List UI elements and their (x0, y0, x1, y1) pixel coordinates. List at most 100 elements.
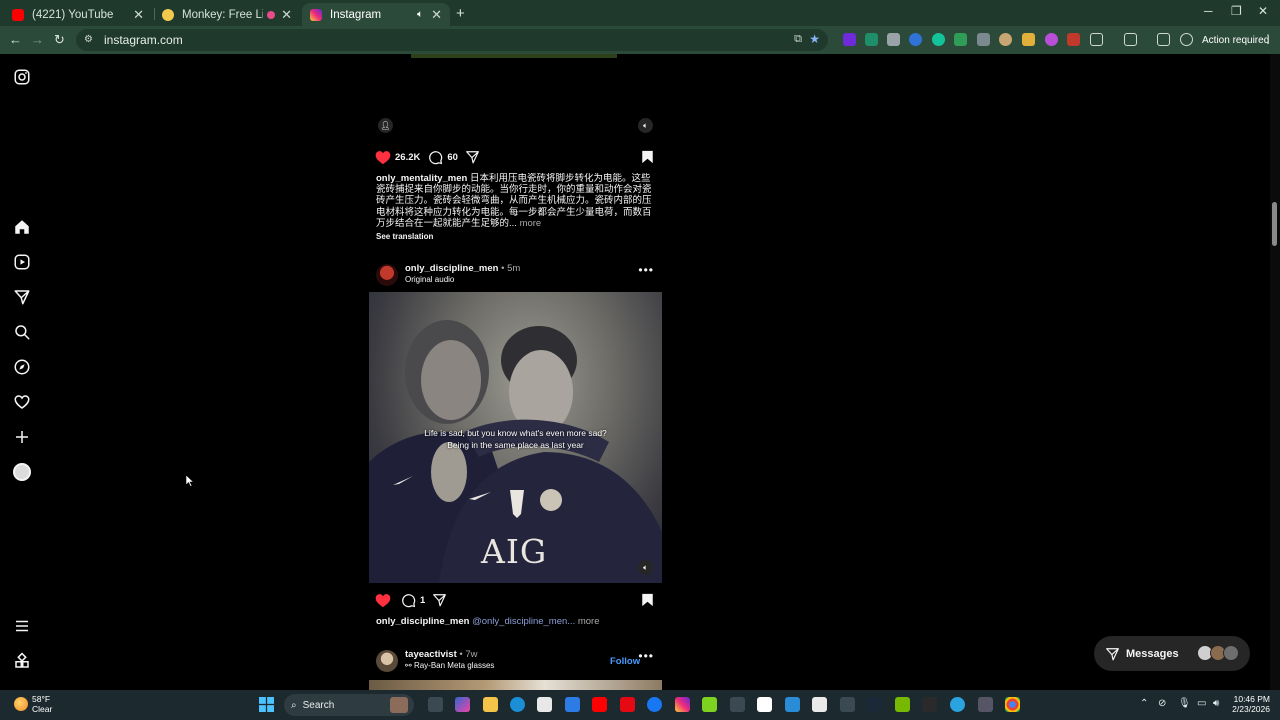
store-icon[interactable] (537, 697, 552, 712)
reload-icon[interactable]: ↻ (54, 32, 65, 48)
maximize-button[interactable]: ❐ (1231, 4, 1242, 18)
bookmark-icon[interactable] (641, 150, 654, 164)
explore-compass-icon[interactable] (13, 358, 31, 376)
scrollbar-track[interactable] (1270, 54, 1280, 690)
comment-icon[interactable] (428, 150, 443, 165)
grammarly-icon[interactable] (932, 33, 945, 46)
more-link[interactable]: more (520, 218, 542, 229)
post2-video[interactable]: Life is sad, but you know what's even mo… (369, 292, 662, 583)
close-icon[interactable]: ✕ (431, 7, 442, 23)
display-icon[interactable]: ▭ (1197, 698, 1206, 709)
extensions-puzzle-icon[interactable] (1090, 33, 1103, 46)
profile-avatar-icon[interactable] (13, 463, 31, 481)
post1-video[interactable]: 👤︎ 🔈︎ (369, 54, 662, 140)
facebook-icon[interactable] (647, 697, 662, 712)
notifications-heart-icon[interactable] (13, 393, 31, 411)
taskbar-search[interactable]: ⌕ Search (284, 694, 414, 716)
extension-blue-icon[interactable] (909, 33, 922, 46)
post-username[interactable]: tayeactivist (405, 649, 457, 660)
author-avatar[interactable] (376, 264, 398, 286)
telegram-icon[interactable] (950, 697, 965, 712)
close-icon[interactable]: ✕ (281, 7, 292, 23)
close-icon[interactable]: ✕ (133, 7, 144, 23)
weather-widget[interactable]: 58°F Clear (14, 694, 52, 714)
tab-monkey[interactable]: Monkey: Free Live Video Ch ✕ (154, 3, 300, 26)
epic-games-icon[interactable] (922, 697, 937, 712)
chrome-icon[interactable] (1005, 697, 1020, 712)
bookmark-star-icon[interactable]: ★ (809, 32, 820, 46)
audio-label[interactable]: Original audio (405, 275, 454, 284)
file-explorer-icon[interactable] (483, 697, 498, 712)
speaker-icon[interactable]: 🔈︎ (417, 9, 423, 20)
action-required-chip[interactable]: Action required (1202, 32, 1269, 48)
app-arrow-icon[interactable] (840, 697, 855, 712)
bookmark-icon[interactable] (641, 593, 654, 607)
scrollbar-thumb[interactable] (1272, 202, 1277, 246)
steam-icon[interactable] (867, 697, 882, 712)
instagram-app-icon[interactable] (675, 697, 690, 712)
device-label[interactable]: Ray-Ban Meta glasses (414, 661, 494, 670)
mute-icon[interactable]: 🔈︎ (638, 118, 653, 133)
extension-k-icon[interactable] (843, 33, 856, 46)
address-bar[interactable]: ⚙ instagram.com ⧉ ★ (76, 29, 828, 51)
forward-icon[interactable]: → (31, 32, 44, 47)
more-menu-icon[interactable] (13, 617, 31, 635)
app-notification-icon[interactable] (978, 697, 993, 712)
see-translation-link[interactable]: See translation (376, 232, 433, 241)
volume-icon[interactable]: 🔊︎ (1213, 698, 1219, 709)
also-from-meta-icon[interactable] (13, 652, 31, 670)
comment-icon[interactable] (401, 593, 416, 608)
like-heart-icon[interactable] (375, 593, 391, 608)
extension-cookie-icon[interactable] (999, 33, 1012, 46)
post-username[interactable]: only_discipline_men (405, 263, 498, 274)
more-link[interactable]: more (578, 616, 600, 627)
mute-icon[interactable]: 🔈︎ (638, 560, 653, 575)
caption-mention[interactable]: @only_discipline_men... (472, 616, 575, 627)
reels-icon[interactable] (13, 253, 31, 271)
search-icon[interactable] (13, 323, 31, 341)
follow-button[interactable]: Follow (610, 656, 640, 667)
network-off-icon[interactable]: ⊘ (1158, 698, 1166, 709)
create-plus-icon[interactable] (13, 428, 31, 446)
author-avatar[interactable] (376, 650, 398, 672)
netflix-icon[interactable] (620, 697, 635, 712)
home-icon[interactable] (13, 218, 31, 236)
extension-badge-icon[interactable] (865, 33, 878, 46)
edge-icon[interactable] (510, 697, 525, 712)
caption-username[interactable]: only_mentality_men (376, 173, 467, 184)
extension-red-badge-icon[interactable] (1067, 33, 1080, 46)
share-icon[interactable] (465, 150, 480, 164)
microphone-icon[interactable]: 🎙︎ (1178, 698, 1191, 709)
tab-search-icon[interactable] (1157, 33, 1170, 46)
caption-username[interactable]: only_discipline_men (376, 616, 469, 627)
tab-youtube[interactable]: (4221) YouTube ✕ (4, 3, 152, 26)
nvidia-icon[interactable] (895, 697, 910, 712)
taskbar-clock[interactable]: 10:46 PM 2/23/2026 (1228, 694, 1270, 714)
download-extension-icon[interactable] (954, 33, 967, 46)
tagged-user-icon[interactable]: 👤︎ (378, 118, 393, 133)
extension-pen-icon[interactable] (1022, 33, 1035, 46)
site-info-icon[interactable]: ⚙ (84, 34, 96, 46)
roblox-icon[interactable] (812, 697, 827, 712)
mail-icon[interactable] (565, 697, 580, 712)
post3-media[interactable] (369, 680, 662, 690)
amazon-icon[interactable] (757, 697, 772, 712)
extension-grid-icon[interactable] (887, 33, 900, 46)
close-window-button[interactable]: ✕ (1258, 4, 1268, 18)
task-view-icon[interactable] (428, 697, 443, 712)
hulu-icon[interactable] (702, 697, 717, 712)
install-app-icon[interactable]: ⧉ (794, 33, 802, 46)
new-tab-button[interactable]: + (456, 5, 465, 22)
extension-gray-icon[interactable] (977, 33, 990, 46)
windows-start-icon[interactable] (259, 697, 274, 712)
profile-icon[interactable] (1180, 33, 1193, 46)
tray-chevron-icon[interactable]: ⌃ (1140, 698, 1148, 709)
back-icon[interactable]: ← (9, 32, 22, 47)
copilot-icon[interactable] (455, 697, 470, 712)
minimize-button[interactable]: ─ (1204, 4, 1213, 18)
instagram-logo-icon[interactable] (13, 68, 31, 86)
direct-messages-icon[interactable] (13, 288, 31, 306)
like-heart-icon[interactable] (375, 150, 391, 165)
browser-menu-icon[interactable]: ⋮ (1262, 32, 1274, 46)
tab-instagram[interactable]: Instagram 🔈︎ ✕ (302, 3, 450, 26)
